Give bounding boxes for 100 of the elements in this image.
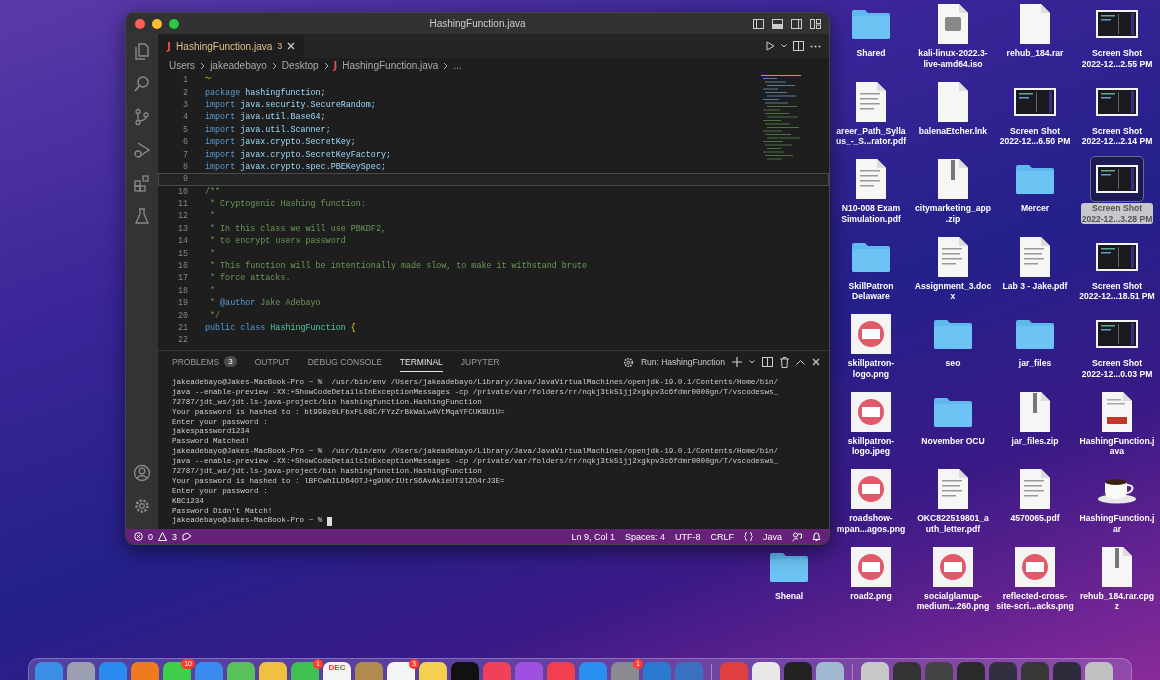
file-icon[interactable] xyxy=(937,158,969,200)
file-icon[interactable] xyxy=(937,235,969,278)
error-icon[interactable] xyxy=(134,532,143,541)
panel-tab[interactable]: PROBLEMS 3 xyxy=(172,352,237,372)
bell-icon[interactable] xyxy=(812,531,821,542)
breadcrumb-item[interactable]: HashingFunction.java xyxy=(342,60,439,71)
screenshot-thumbnail-icon[interactable] xyxy=(1014,87,1056,116)
caret-icon[interactable] xyxy=(749,360,755,364)
run-debug-icon[interactable] xyxy=(133,141,151,159)
breadcrumb-item[interactable]: Desktop xyxy=(281,60,319,71)
file-icon[interactable] xyxy=(855,158,887,200)
flask-icon[interactable] xyxy=(133,207,151,225)
line-number: 14 xyxy=(176,236,188,247)
line-number: 17 xyxy=(176,273,188,284)
file-icon[interactable] xyxy=(937,80,969,123)
file-icon[interactable] xyxy=(1019,390,1051,433)
split-terminal-icon[interactable] xyxy=(762,357,773,367)
file-icon[interactable] xyxy=(1101,390,1133,433)
feedback-icon[interactable] xyxy=(792,531,802,542)
screenshot-thumbnail-icon[interactable] xyxy=(1096,165,1138,193)
editor-tab[interactable]: J HashingFunction.java 3 xyxy=(158,34,305,58)
more-icon[interactable] xyxy=(810,44,821,48)
caret-icon[interactable] xyxy=(781,44,787,48)
screenshot-thumbnail-icon[interactable] xyxy=(1096,242,1138,271)
file-icon[interactable] xyxy=(1019,468,1051,510)
dock-app-icon[interactable]: DEC xyxy=(323,662,351,680)
folder-icon[interactable] xyxy=(1014,318,1056,350)
file-name: rehub_184.rar.cpg z xyxy=(1078,590,1155,612)
plus-icon[interactable] xyxy=(732,357,742,367)
close-icon[interactable] xyxy=(812,358,820,366)
line-number: 21 xyxy=(176,323,188,333)
file-icon[interactable] xyxy=(937,468,969,510)
screenshot-thumbnail-icon[interactable] xyxy=(1096,10,1138,38)
file-icon[interactable] xyxy=(1101,545,1133,588)
extensions-icon[interactable] xyxy=(133,174,151,192)
line-number: 15 xyxy=(176,248,188,259)
indentation[interactable]: Spaces: 4 xyxy=(624,531,665,542)
language-mode[interactable]: Java xyxy=(763,531,782,542)
file-name: areer_Path_Sylla us_-_S...rator.pdf xyxy=(834,125,908,147)
image-thumbnail-icon[interactable] xyxy=(851,314,891,354)
file-name: roadshow- mpan...agos.png xyxy=(835,513,907,534)
warning-count[interactable]: 3 xyxy=(172,531,178,542)
panel-tab[interactable]: TERMINAL xyxy=(399,352,443,372)
panel-tab[interactable]: OUTPUT xyxy=(254,352,290,372)
line-number: 3 xyxy=(181,99,188,110)
source-control-icon[interactable] xyxy=(133,108,151,126)
file-icon[interactable] xyxy=(937,3,969,45)
account-icon[interactable] xyxy=(133,464,151,482)
search-icon[interactable] xyxy=(133,75,151,93)
image-thumbnail-icon[interactable] xyxy=(851,391,891,432)
maximize-panel-icon[interactable] xyxy=(796,359,805,365)
folder-icon[interactable] xyxy=(1014,163,1056,195)
error-count[interactable]: 0 xyxy=(148,531,153,542)
file-icon[interactable] xyxy=(1019,3,1051,45)
image-thumbnail-icon[interactable] xyxy=(933,546,973,587)
file-icon[interactable] xyxy=(1019,235,1051,278)
split-editor-icon[interactable] xyxy=(793,41,804,51)
code-line: public class HashingFunction { xyxy=(205,323,356,333)
file-name: Lab 3 - Jake.pdf xyxy=(1001,280,1069,291)
minimize-icon[interactable] xyxy=(152,18,162,29)
line-number: 2 xyxy=(181,87,188,98)
terminal-name[interactable]: Run: HashingFunction xyxy=(640,357,725,367)
file-name: skillpatron- logo.png xyxy=(846,358,896,379)
image-thumbnail-icon[interactable] xyxy=(851,546,891,587)
panel-tab[interactable]: JUPYTER xyxy=(460,352,500,372)
broadcast-icon[interactable] xyxy=(182,532,193,541)
secondary-sidebar-icon[interactable] xyxy=(791,18,802,29)
panel-tab[interactable]: DEBUG CONSOLE xyxy=(307,352,382,372)
chevron-icon xyxy=(200,61,206,70)
folder-icon[interactable] xyxy=(932,395,974,428)
line-number: 20 xyxy=(176,310,188,321)
encoding[interactable]: UTF-8 xyxy=(674,531,701,542)
breadcrumb-item[interactable]: Users xyxy=(169,60,196,71)
folder-icon[interactable] xyxy=(850,240,892,273)
line-ending[interactable]: CRLF xyxy=(710,531,734,542)
gear-icon[interactable] xyxy=(622,356,634,368)
close-icon[interactable] xyxy=(287,42,296,50)
cursor-position[interactable]: Ln 9, Col 1 xyxy=(571,531,615,542)
folder-icon[interactable] xyxy=(850,8,892,40)
image-thumbnail-icon[interactable] xyxy=(1015,546,1055,587)
panel-toggle-icon[interactable] xyxy=(772,18,783,29)
layout-icon[interactable] xyxy=(810,18,821,29)
warning-icon[interactable] xyxy=(158,532,167,541)
screenshot-thumbnail-icon[interactable] xyxy=(1096,87,1138,116)
folder-icon[interactable] xyxy=(768,550,810,583)
settings-icon[interactable] xyxy=(133,497,151,515)
close-icon[interactable] xyxy=(135,18,145,29)
image-thumbnail-icon[interactable] xyxy=(851,469,891,509)
folder-icon[interactable] xyxy=(932,318,974,350)
maximize-icon[interactable] xyxy=(169,18,179,29)
breadcrumb-item[interactable]: ... xyxy=(453,60,462,71)
sidebar-toggle-icon[interactable] xyxy=(753,18,764,29)
file-name: HashingFunction.j ar xyxy=(1078,513,1156,534)
file-icon[interactable] xyxy=(855,80,887,123)
code-line: import java.util.Base64; xyxy=(205,112,326,123)
run-icon[interactable] xyxy=(765,41,775,51)
trash-icon[interactable] xyxy=(780,356,789,368)
files-icon[interactable] xyxy=(133,42,151,60)
breadcrumb-item[interactable]: jakeadebayo xyxy=(210,60,267,71)
screenshot-thumbnail-icon[interactable] xyxy=(1096,320,1138,348)
